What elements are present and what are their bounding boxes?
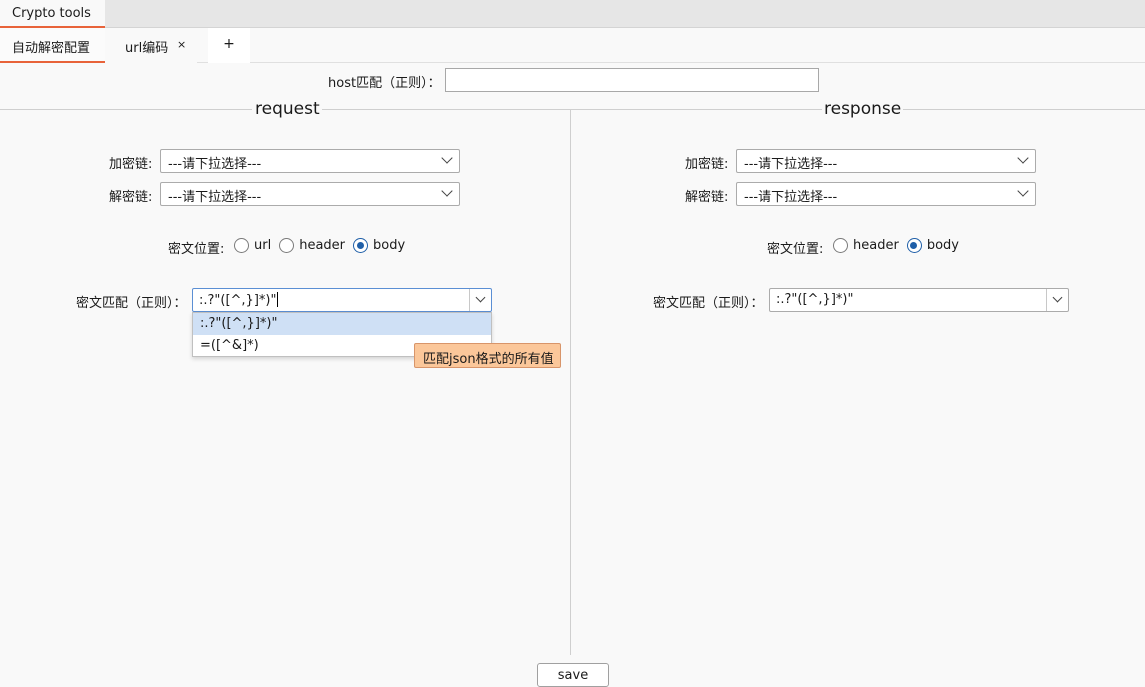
combobox-input[interactable]: :.?"([^,}]*)" [776,292,853,307]
radio-header[interactable]: header [833,238,899,253]
response-encrypt-select[interactable]: ---请下拉选择--- [736,149,1036,173]
response-encrypt-label: 加密链: [685,157,729,172]
radio-header[interactable]: header [279,238,345,253]
response-decrypt-select[interactable]: ---请下拉选择--- [736,182,1036,206]
response-match-label: 密文匹配（正则）： [653,296,764,311]
request-encrypt-select[interactable]: ---请下拉选择--- [160,149,460,173]
close-icon[interactable]: × [177,38,186,51]
host-match-label: host匹配（正则）： [328,76,441,91]
combobox-input[interactable]: :.?"([^,}]*)" [199,292,279,308]
request-position-label: 密文位置: [168,242,225,257]
request-match-label: 密文匹配（正则）： [76,296,187,311]
radio-label: body [926,238,959,253]
radio-url[interactable]: url [234,238,271,253]
chevron-down-icon [475,292,486,303]
tooltip: 匹配json格式的所有值 [414,343,561,368]
radio-label: body [373,238,406,253]
sub-tab-bar: 自动解密配置 url编码 × + [0,28,1145,63]
request-decrypt-label: 解密链: [109,190,153,205]
request-encrypt-label: 加密链: [109,157,153,172]
app-tab-crypto-tools[interactable]: Crypto tools [0,0,105,28]
dropdown-button[interactable] [1046,289,1068,311]
tab-auto-decrypt-config[interactable]: 自动解密配置 [0,28,105,63]
chevron-down-icon [441,185,453,197]
radio-label: header [853,238,899,253]
text-caret [277,292,279,307]
radio-label: url [254,238,272,253]
select-value: ---请下拉选择--- [168,190,262,205]
tab-label: 自动解密配置 [12,41,91,56]
divider [0,109,252,110]
dropdown-button[interactable] [469,289,491,311]
radio-selected-icon [906,238,922,253]
request-match-combobox[interactable]: :.?"([^,}]*)" [192,288,492,312]
chevron-down-icon [1017,152,1029,164]
host-match-input[interactable] [445,68,819,92]
select-value: ---请下拉选择--- [168,157,262,172]
panel-divider [570,110,571,655]
tab-label: url编码 [125,41,169,56]
radio-body[interactable]: body [353,238,405,253]
chevron-down-icon [1017,185,1029,197]
response-title: response [822,99,904,119]
radio-body[interactable]: body [906,238,959,253]
tab-url-encode[interactable]: url编码 × [105,28,197,63]
save-button[interactable]: save [537,663,609,687]
request-position-radio-group: url header body [234,238,413,253]
response-match-combobox[interactable]: :.?"([^,}]*)" [769,288,1069,312]
request-decrypt-select[interactable]: ---请下拉选择--- [160,182,460,206]
dropdown-option[interactable]: :.?"([^,}]*)" [193,313,491,335]
response-position-label: 密文位置: [767,242,824,257]
chevron-down-icon [1052,292,1063,303]
select-value: ---请下拉选择--- [744,190,838,205]
radio-label: header [299,238,346,253]
request-title: request [253,99,322,119]
response-decrypt-label: 解密链: [685,190,729,205]
radio-icon [279,238,295,253]
radio-selected-icon [353,238,369,253]
add-tab-button[interactable]: + [208,28,250,63]
response-position-radio-group: header body [833,238,967,253]
app-tab-bar: Crypto tools [0,0,1145,28]
chevron-down-icon [441,152,453,164]
radio-icon [234,238,249,253]
divider [319,109,826,110]
radio-icon [833,238,848,253]
select-value: ---请下拉选择--- [744,157,838,172]
divider [900,109,1145,110]
